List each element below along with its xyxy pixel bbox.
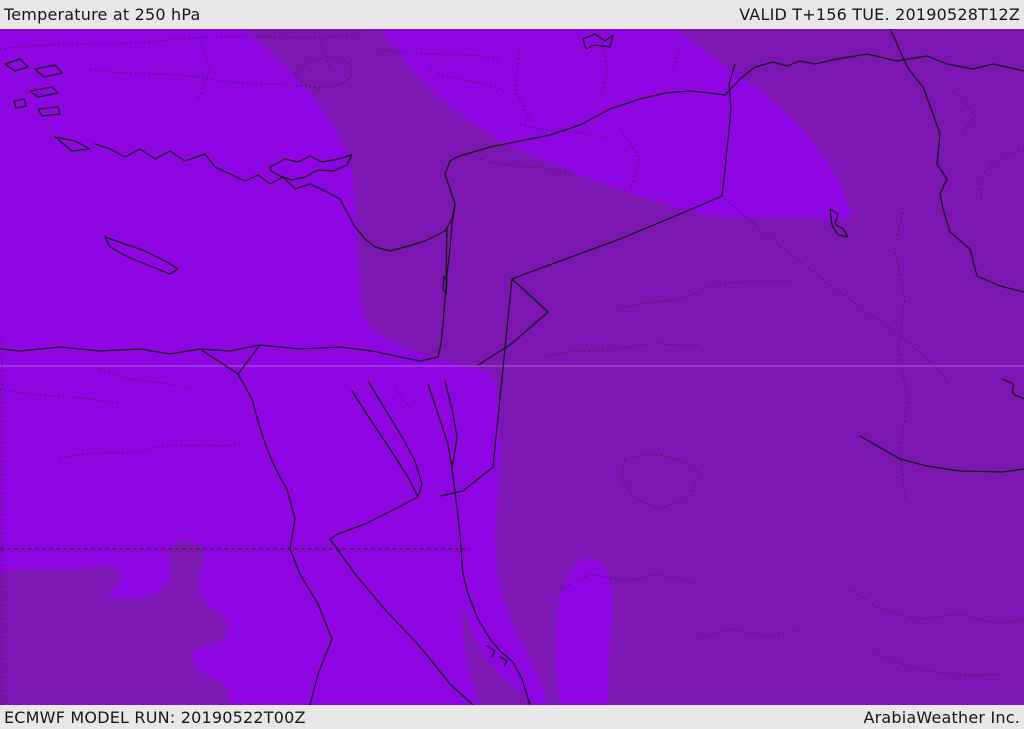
- map-title: Temperature at 250 hPa: [4, 5, 201, 24]
- attribution-label: ArabiaWeather Inc.: [863, 707, 1020, 727]
- valid-time-label: VALID T+156 TUE. 20190528T12Z: [739, 5, 1020, 24]
- model-run-label: ECMWF MODEL RUN: 20190522T00Z: [4, 707, 306, 727]
- header-bar: Temperature at 250 hPa VALID T+156 TUE. …: [0, 0, 1024, 29]
- weather-map: [0, 29, 1024, 705]
- footer-bar: ECMWF MODEL RUN: 20190522T00Z ArabiaWeat…: [0, 705, 1024, 729]
- temperature-map-canvas: [0, 29, 1024, 705]
